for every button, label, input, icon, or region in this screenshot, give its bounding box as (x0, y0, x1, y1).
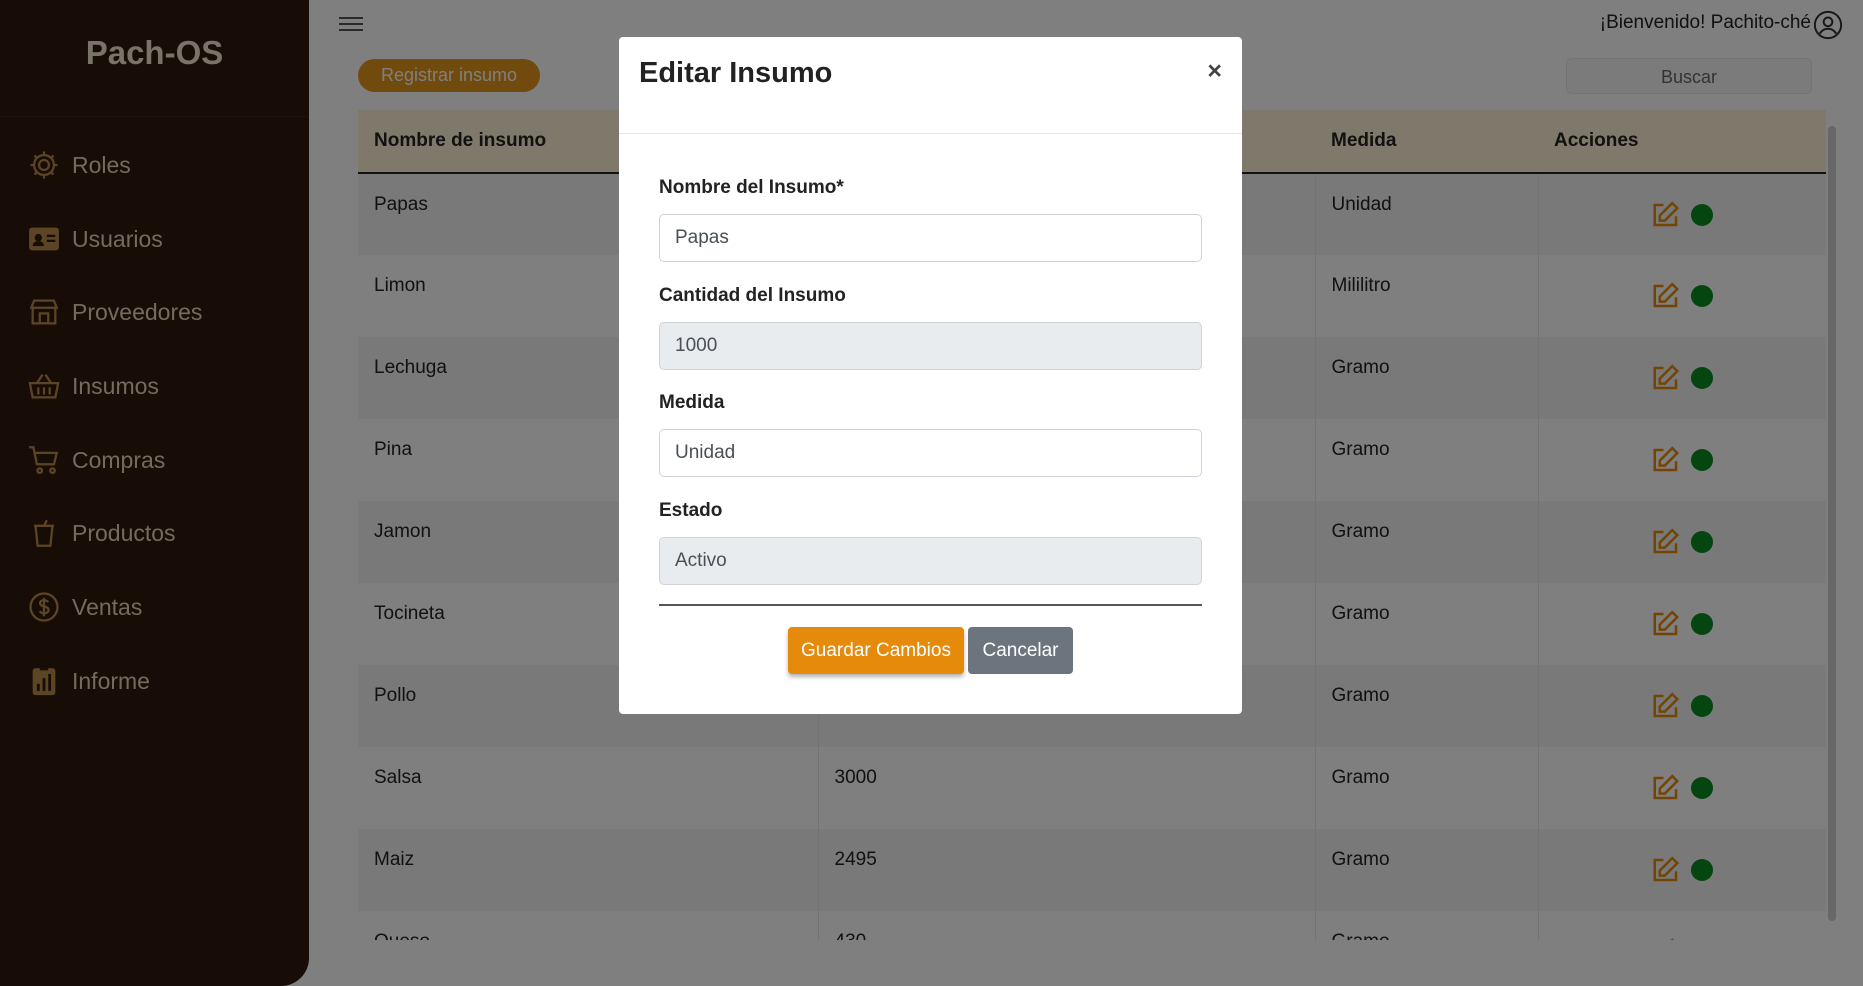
divider (619, 133, 1242, 134)
quantity-label: Cantidad del Insumo (659, 285, 846, 306)
name-label: Nombre del Insumo* (659, 177, 844, 198)
edit-insumo-modal: Editar Insumo × Nombre del Insumo* Canti… (619, 37, 1242, 714)
name-field[interactable] (659, 214, 1202, 262)
state-label: Estado (659, 500, 723, 521)
modal-title: Editar Insumo (639, 57, 833, 89)
save-changes-button[interactable]: Guardar Cambios (788, 627, 964, 674)
cancel-button[interactable]: Cancelar (968, 627, 1073, 674)
state-field (659, 537, 1202, 585)
divider (659, 604, 1202, 606)
unit-label: Medida (659, 392, 725, 413)
unit-field[interactable] (659, 429, 1202, 477)
quantity-field (659, 322, 1202, 370)
close-icon[interactable]: × (1207, 57, 1222, 86)
